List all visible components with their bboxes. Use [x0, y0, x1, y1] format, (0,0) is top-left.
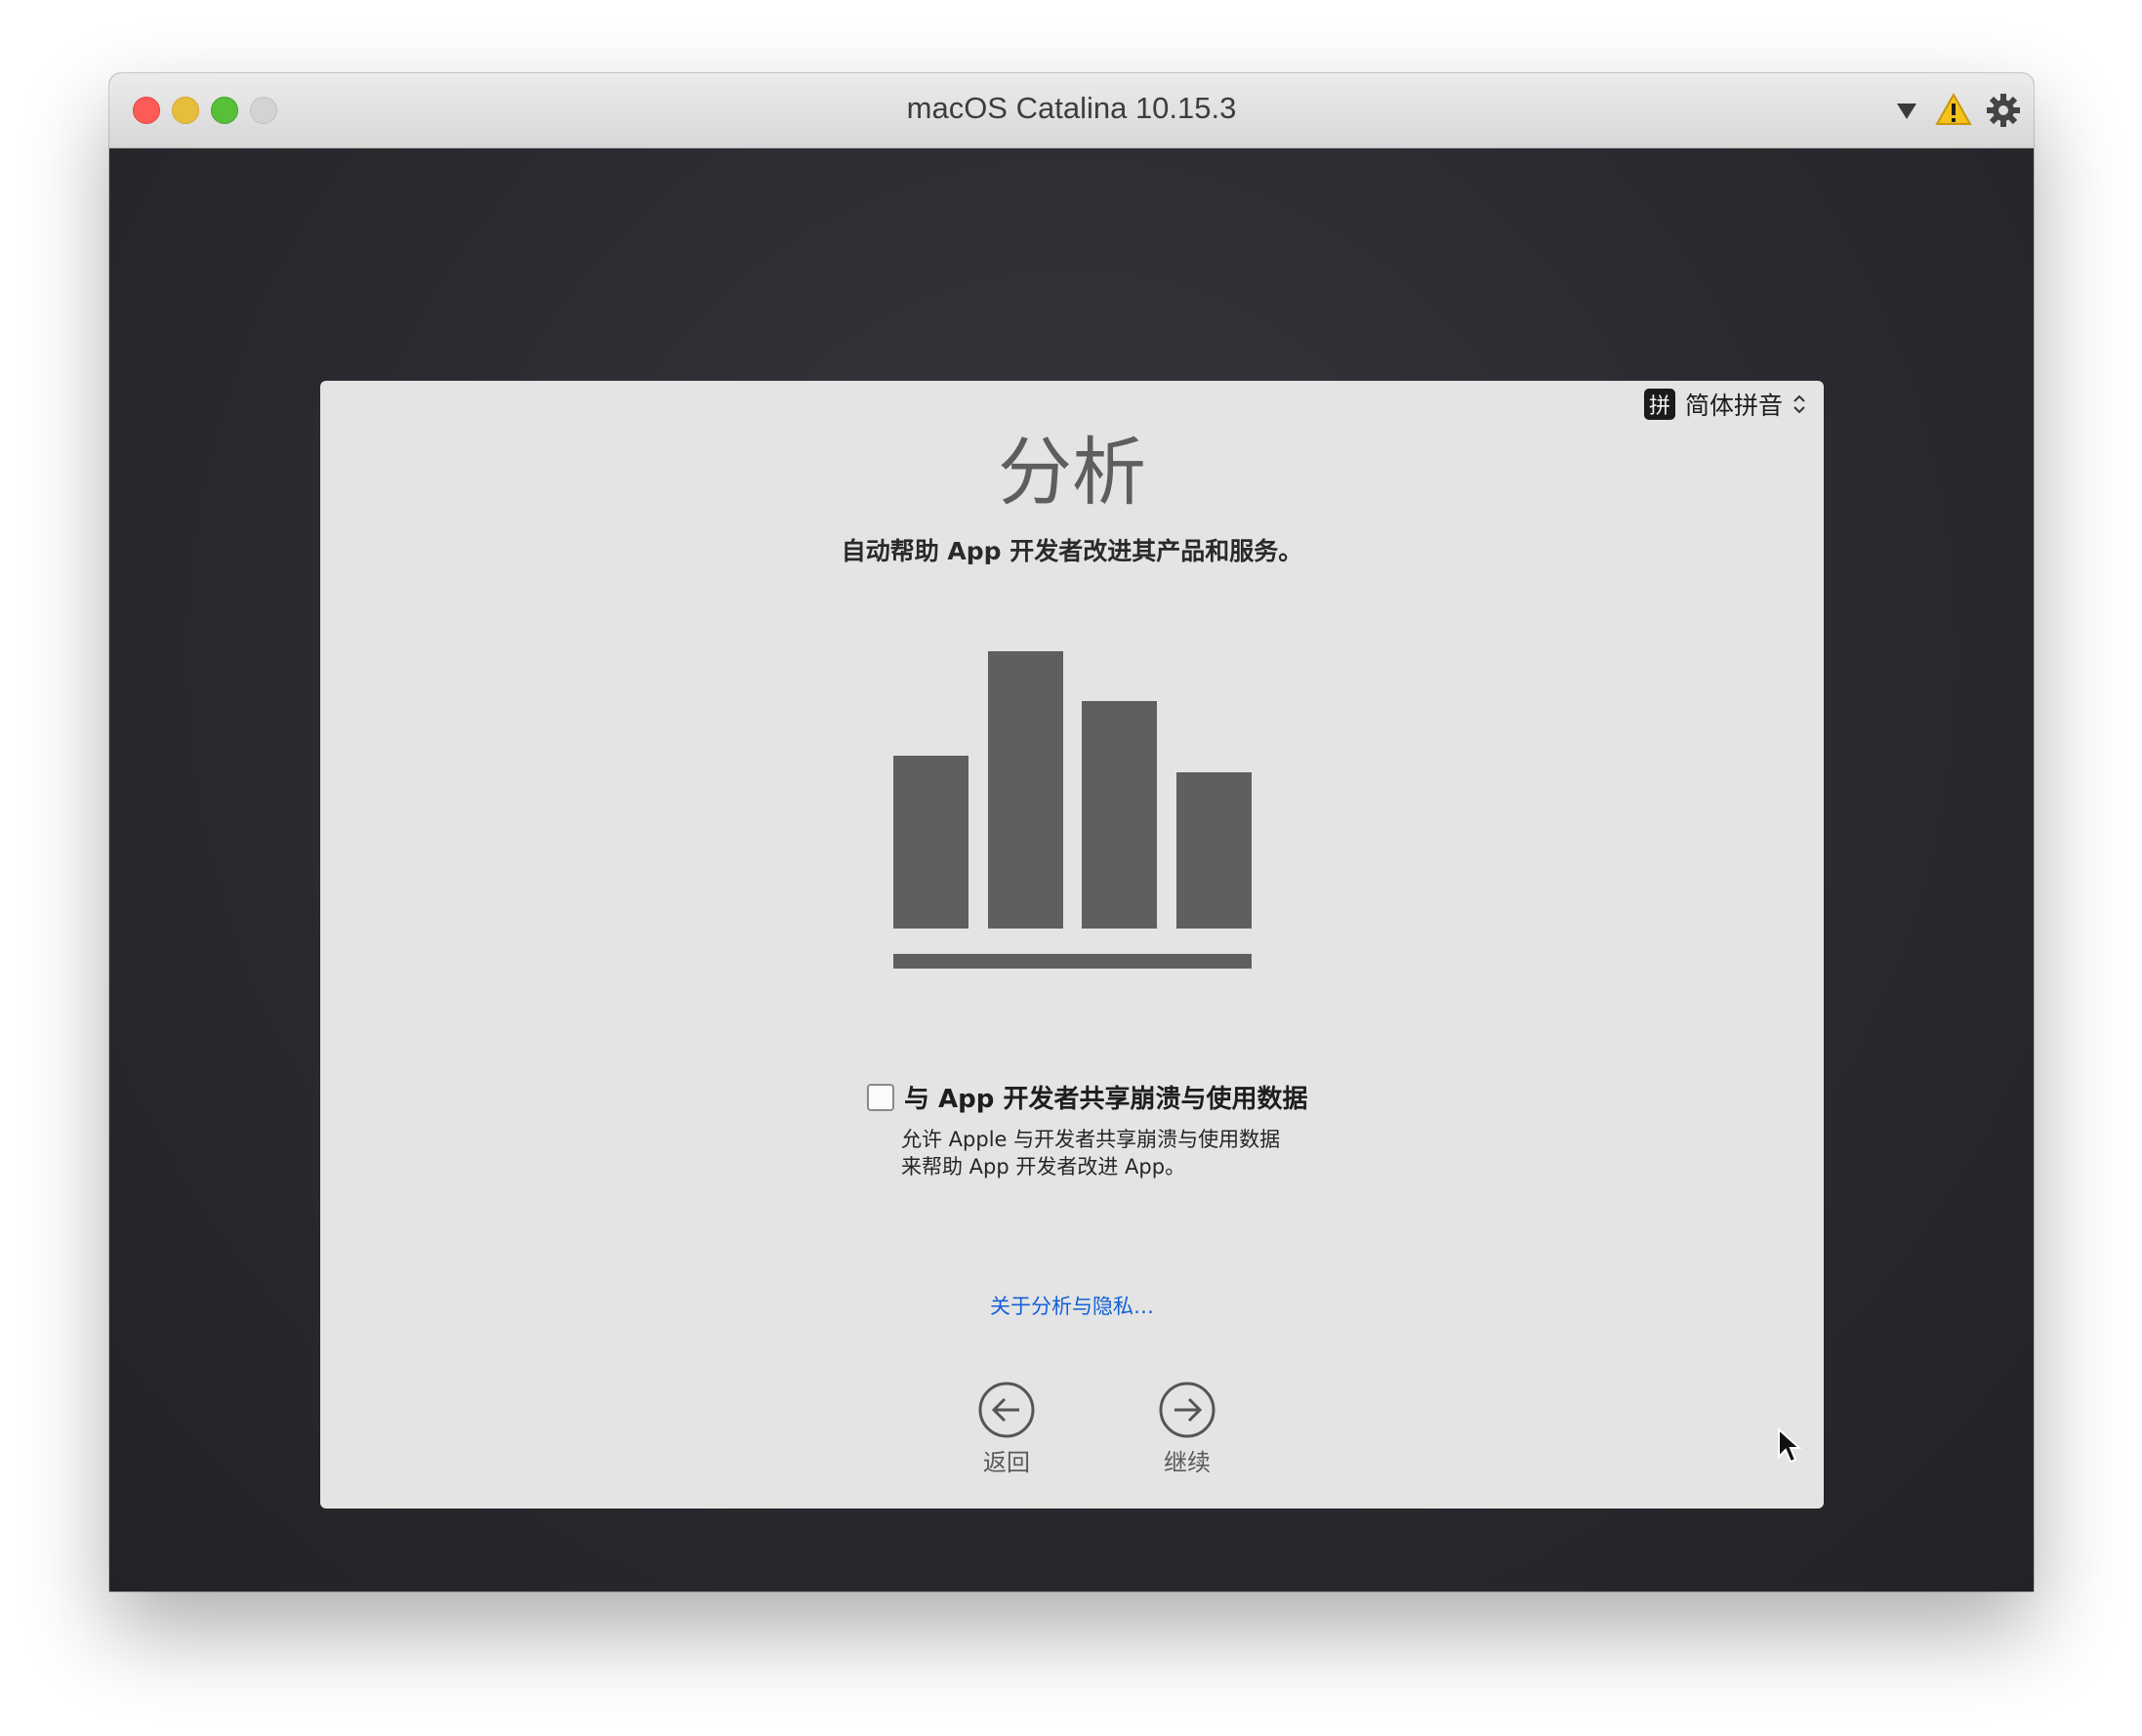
dropdown-triangle-icon[interactable]: [1896, 103, 1917, 120]
about-analytics-privacy-link[interactable]: 关于分析与隐私…: [320, 1291, 1824, 1320]
window-title: macOS Catalina 10.15.3: [906, 91, 1237, 125]
warning-icon[interactable]: [1935, 93, 1972, 126]
setup-assistant-panel: 拼 简体拼音 分析 自动帮助 App 开发者改进其产品和服务。 与 App 开发…: [320, 381, 1824, 1509]
share-data-option[interactable]: 与 App 开发者共享崩溃与使用数据: [867, 1079, 1307, 1115]
illustration-baseline: [893, 954, 1252, 969]
back-label: 返回: [983, 1449, 1030, 1476]
arrow-right-circle-icon[interactable]: [1158, 1381, 1216, 1439]
illustration-bar: [893, 756, 968, 929]
arrow-left-circle-icon[interactable]: [977, 1381, 1036, 1439]
continue-button[interactable]: 继续: [1129, 1381, 1246, 1477]
vm-window: macOS Catalina 10.15.3 拼 简体拼音 分析 自动帮助 Ap…: [109, 73, 2034, 1591]
share-data-checkbox[interactable]: [867, 1083, 894, 1111]
gear-icon[interactable]: [1986, 93, 2021, 128]
mouse-pointer-icon: [1778, 1427, 1802, 1464]
page-subtitle: 自动帮助 App 开发者改进其产品和服务。: [841, 537, 1303, 565]
guest-desktop: 拼 简体拼音 分析 自动帮助 App 开发者改进其产品和服务。 与 App 开发…: [109, 148, 2034, 1591]
bar-chart-icon: [893, 651, 1252, 969]
share-data-label[interactable]: 与 App 开发者共享崩溃与使用数据: [904, 1079, 1307, 1115]
back-button[interactable]: 返回: [948, 1381, 1065, 1477]
illustration-bar: [988, 651, 1063, 929]
description-line: 来帮助 App 开发者改进 App。: [901, 1155, 1186, 1178]
page-title: 分析: [998, 429, 1146, 516]
illustration-bar: [1082, 701, 1157, 929]
continue-label: 继续: [1164, 1449, 1211, 1476]
title-bar: macOS Catalina 10.15.3: [109, 73, 2034, 148]
share-data-description: 允许 Apple 与开发者共享崩溃与使用数据 来帮助 App 开发者改进 App…: [901, 1126, 1280, 1180]
description-line: 允许 Apple 与开发者共享崩溃与使用数据: [901, 1128, 1281, 1151]
illustration-bar: [1176, 772, 1252, 929]
